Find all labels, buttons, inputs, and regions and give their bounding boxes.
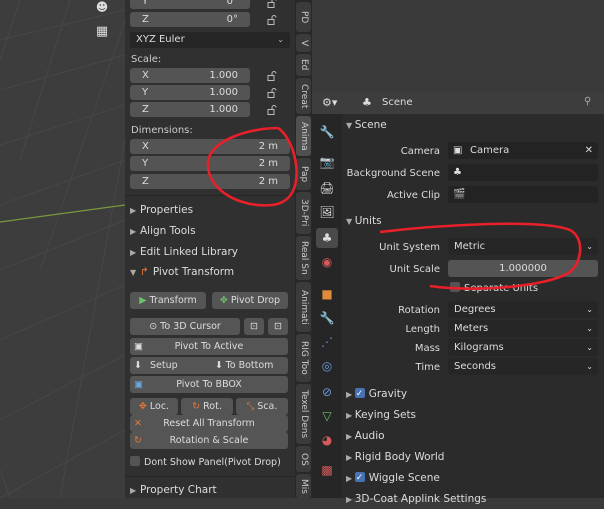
annotation-circle-dimensions xyxy=(206,126,298,207)
annotation-underline-units xyxy=(379,222,582,290)
annotation-overlay xyxy=(206,126,582,290)
